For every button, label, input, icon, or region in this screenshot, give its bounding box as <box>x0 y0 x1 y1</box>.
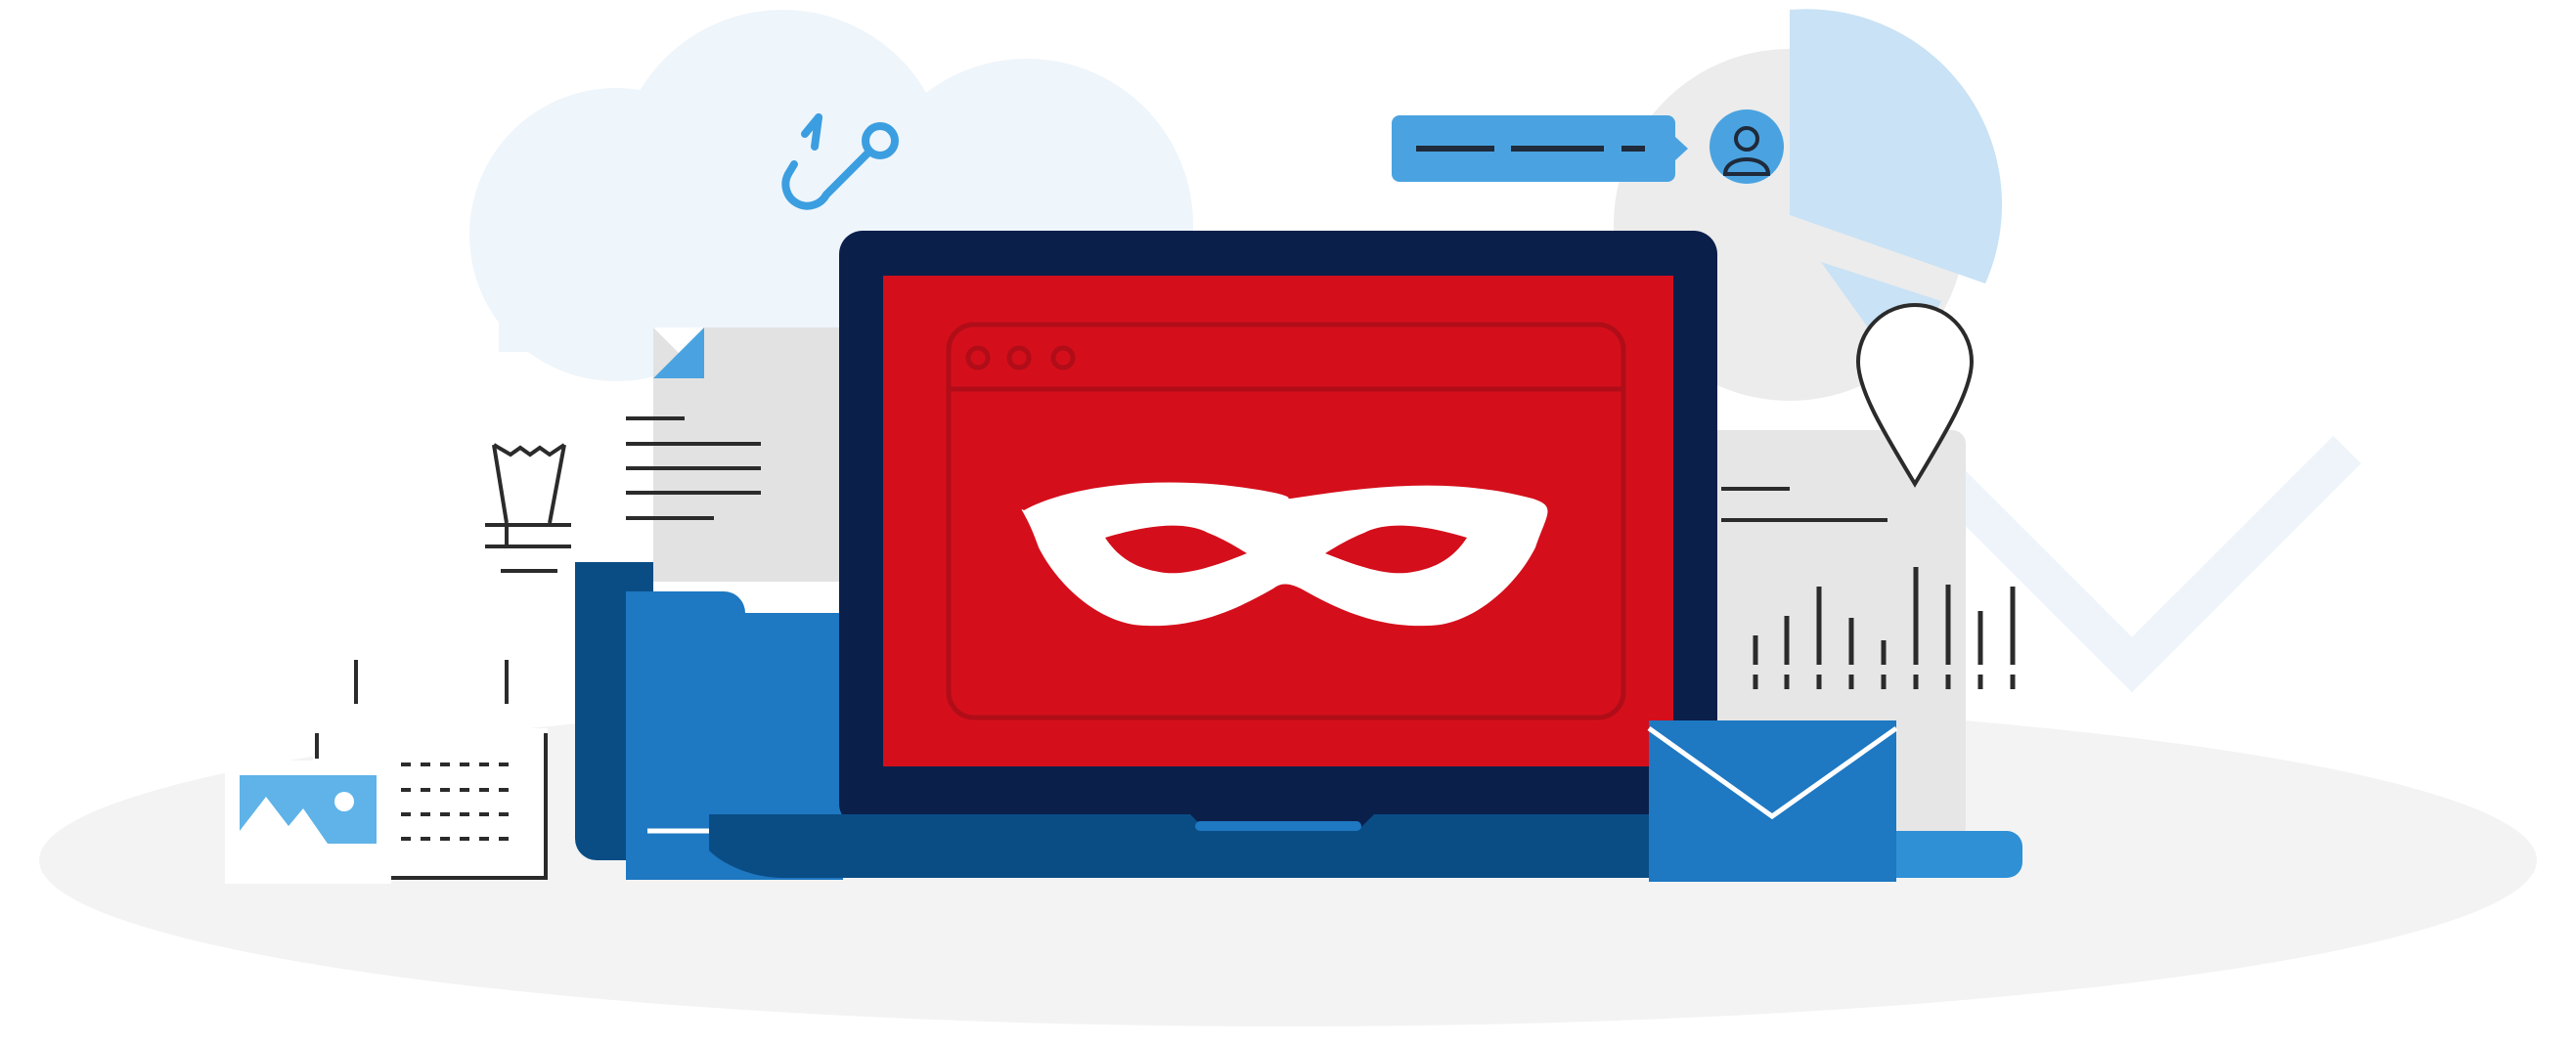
image-icon <box>225 761 391 884</box>
user-avatar-icon <box>1710 109 1784 184</box>
trash-icon <box>485 443 571 573</box>
envelope-icon <box>1647 720 1898 882</box>
phishing-illustration <box>39 9 2537 1026</box>
chat-bubble-icon <box>1392 115 1688 182</box>
